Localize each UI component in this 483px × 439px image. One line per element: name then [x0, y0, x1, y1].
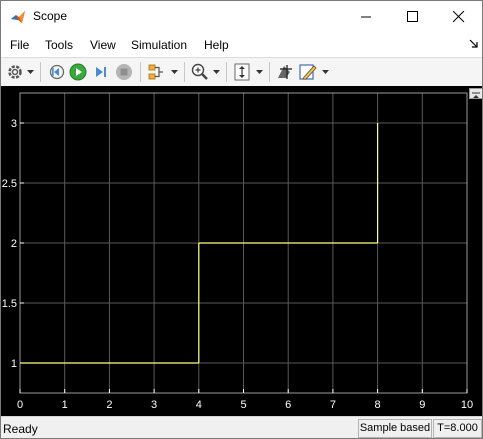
y-tick-label: 2: [11, 238, 17, 250]
dock-arrow-icon[interactable]: [469, 39, 479, 49]
x-tick-label: 8: [375, 399, 381, 411]
cursor-measurements-button[interactable]: [275, 62, 295, 82]
status-bar: Ready Sample based T=8.000: [1, 416, 482, 438]
toolbar: [1, 57, 482, 87]
gear-icon: [8, 65, 22, 79]
minimize-button[interactable]: [344, 1, 390, 32]
scale-axes-button[interactable]: [232, 62, 252, 82]
stop-button[interactable]: [114, 62, 134, 82]
x-tick-label: 6: [285, 399, 291, 411]
y-tick-label: 1.5: [2, 298, 17, 310]
y-tick-label: 2.5: [2, 178, 17, 190]
x-tick-label: 7: [330, 399, 336, 411]
menu-view[interactable]: View: [90, 38, 116, 52]
scope-window: Scope File Tools View Simulation Help 0 …: [0, 0, 483, 439]
step-forward-icon: [96, 67, 106, 77]
x-tick-label: 10: [461, 399, 473, 411]
minimize-icon: [361, 16, 371, 18]
x-tick-label: 9: [419, 399, 425, 411]
zoom-button[interactable]: [190, 62, 210, 82]
zoom-icon: [191, 63, 208, 80]
x-tick-label: 4: [196, 399, 202, 411]
matlab-logo-icon: [11, 11, 25, 23]
toolbar-separator: [226, 62, 227, 82]
toolbar-separator: [269, 62, 270, 82]
close-button[interactable]: [436, 1, 482, 32]
window-title: Scope: [33, 9, 68, 23]
menu-tools[interactable]: Tools: [45, 38, 73, 52]
menu-bar: File Tools View Simulation Help: [1, 32, 482, 57]
scale-axes-icon: [234, 63, 250, 81]
x-tick-label: 1: [62, 399, 68, 411]
simulation-time: T=8.000: [433, 419, 482, 438]
step-forward-button[interactable]: [91, 62, 111, 82]
style-button[interactable]: [298, 62, 318, 82]
menu-file[interactable]: File: [10, 38, 29, 52]
x-tick-label: 0: [17, 399, 23, 411]
signal-selector-button[interactable]: [146, 62, 166, 82]
maximize-button[interactable]: [390, 1, 436, 32]
cursor-measurements-icon: [278, 65, 292, 79]
style-icon: [299, 64, 317, 80]
style-dropdown-icon[interactable]: [322, 70, 329, 75]
x-tick-label: 2: [106, 399, 112, 411]
scope-plot[interactable]: 0 1 2 3 4 5 6 7 8 9 10 1 1.5 2 2.5 3: [1, 86, 482, 416]
step-back-icon: [49, 64, 65, 80]
signal-selector-icon: [148, 64, 163, 80]
y-tick-label: 3: [11, 118, 17, 130]
configuration-button[interactable]: [5, 62, 25, 82]
close-icon: [453, 11, 465, 23]
menu-simulation[interactable]: Simulation: [131, 38, 187, 52]
run-button[interactable]: [68, 62, 88, 82]
step-back-button[interactable]: [46, 62, 66, 82]
title-bar[interactable]: Scope: [1, 1, 482, 32]
status-ready: Ready: [3, 422, 38, 436]
maximize-icon: [407, 11, 418, 22]
run-icon: [69, 63, 87, 81]
stop-icon: [116, 64, 132, 80]
x-tick-label: 3: [151, 399, 157, 411]
sample-mode-indicator: Sample based: [358, 419, 432, 438]
signal-selector-dropdown-icon[interactable]: [171, 70, 178, 75]
scope-display: 0 1 2 3 4 5 6 7 8 9 10 1 1.5 2 2.5 3: [1, 86, 482, 416]
toolbar-separator: [184, 62, 185, 82]
scale-axes-dropdown-icon[interactable]: [256, 70, 263, 75]
toolbar-separator: [40, 62, 41, 82]
x-tick-label: 5: [240, 399, 246, 411]
y-tick-label: 1: [11, 358, 17, 370]
configuration-dropdown-icon[interactable]: [27, 70, 34, 75]
zoom-dropdown-icon[interactable]: [213, 70, 220, 75]
toolbar-separator: [140, 62, 141, 82]
menu-help[interactable]: Help: [204, 38, 229, 52]
